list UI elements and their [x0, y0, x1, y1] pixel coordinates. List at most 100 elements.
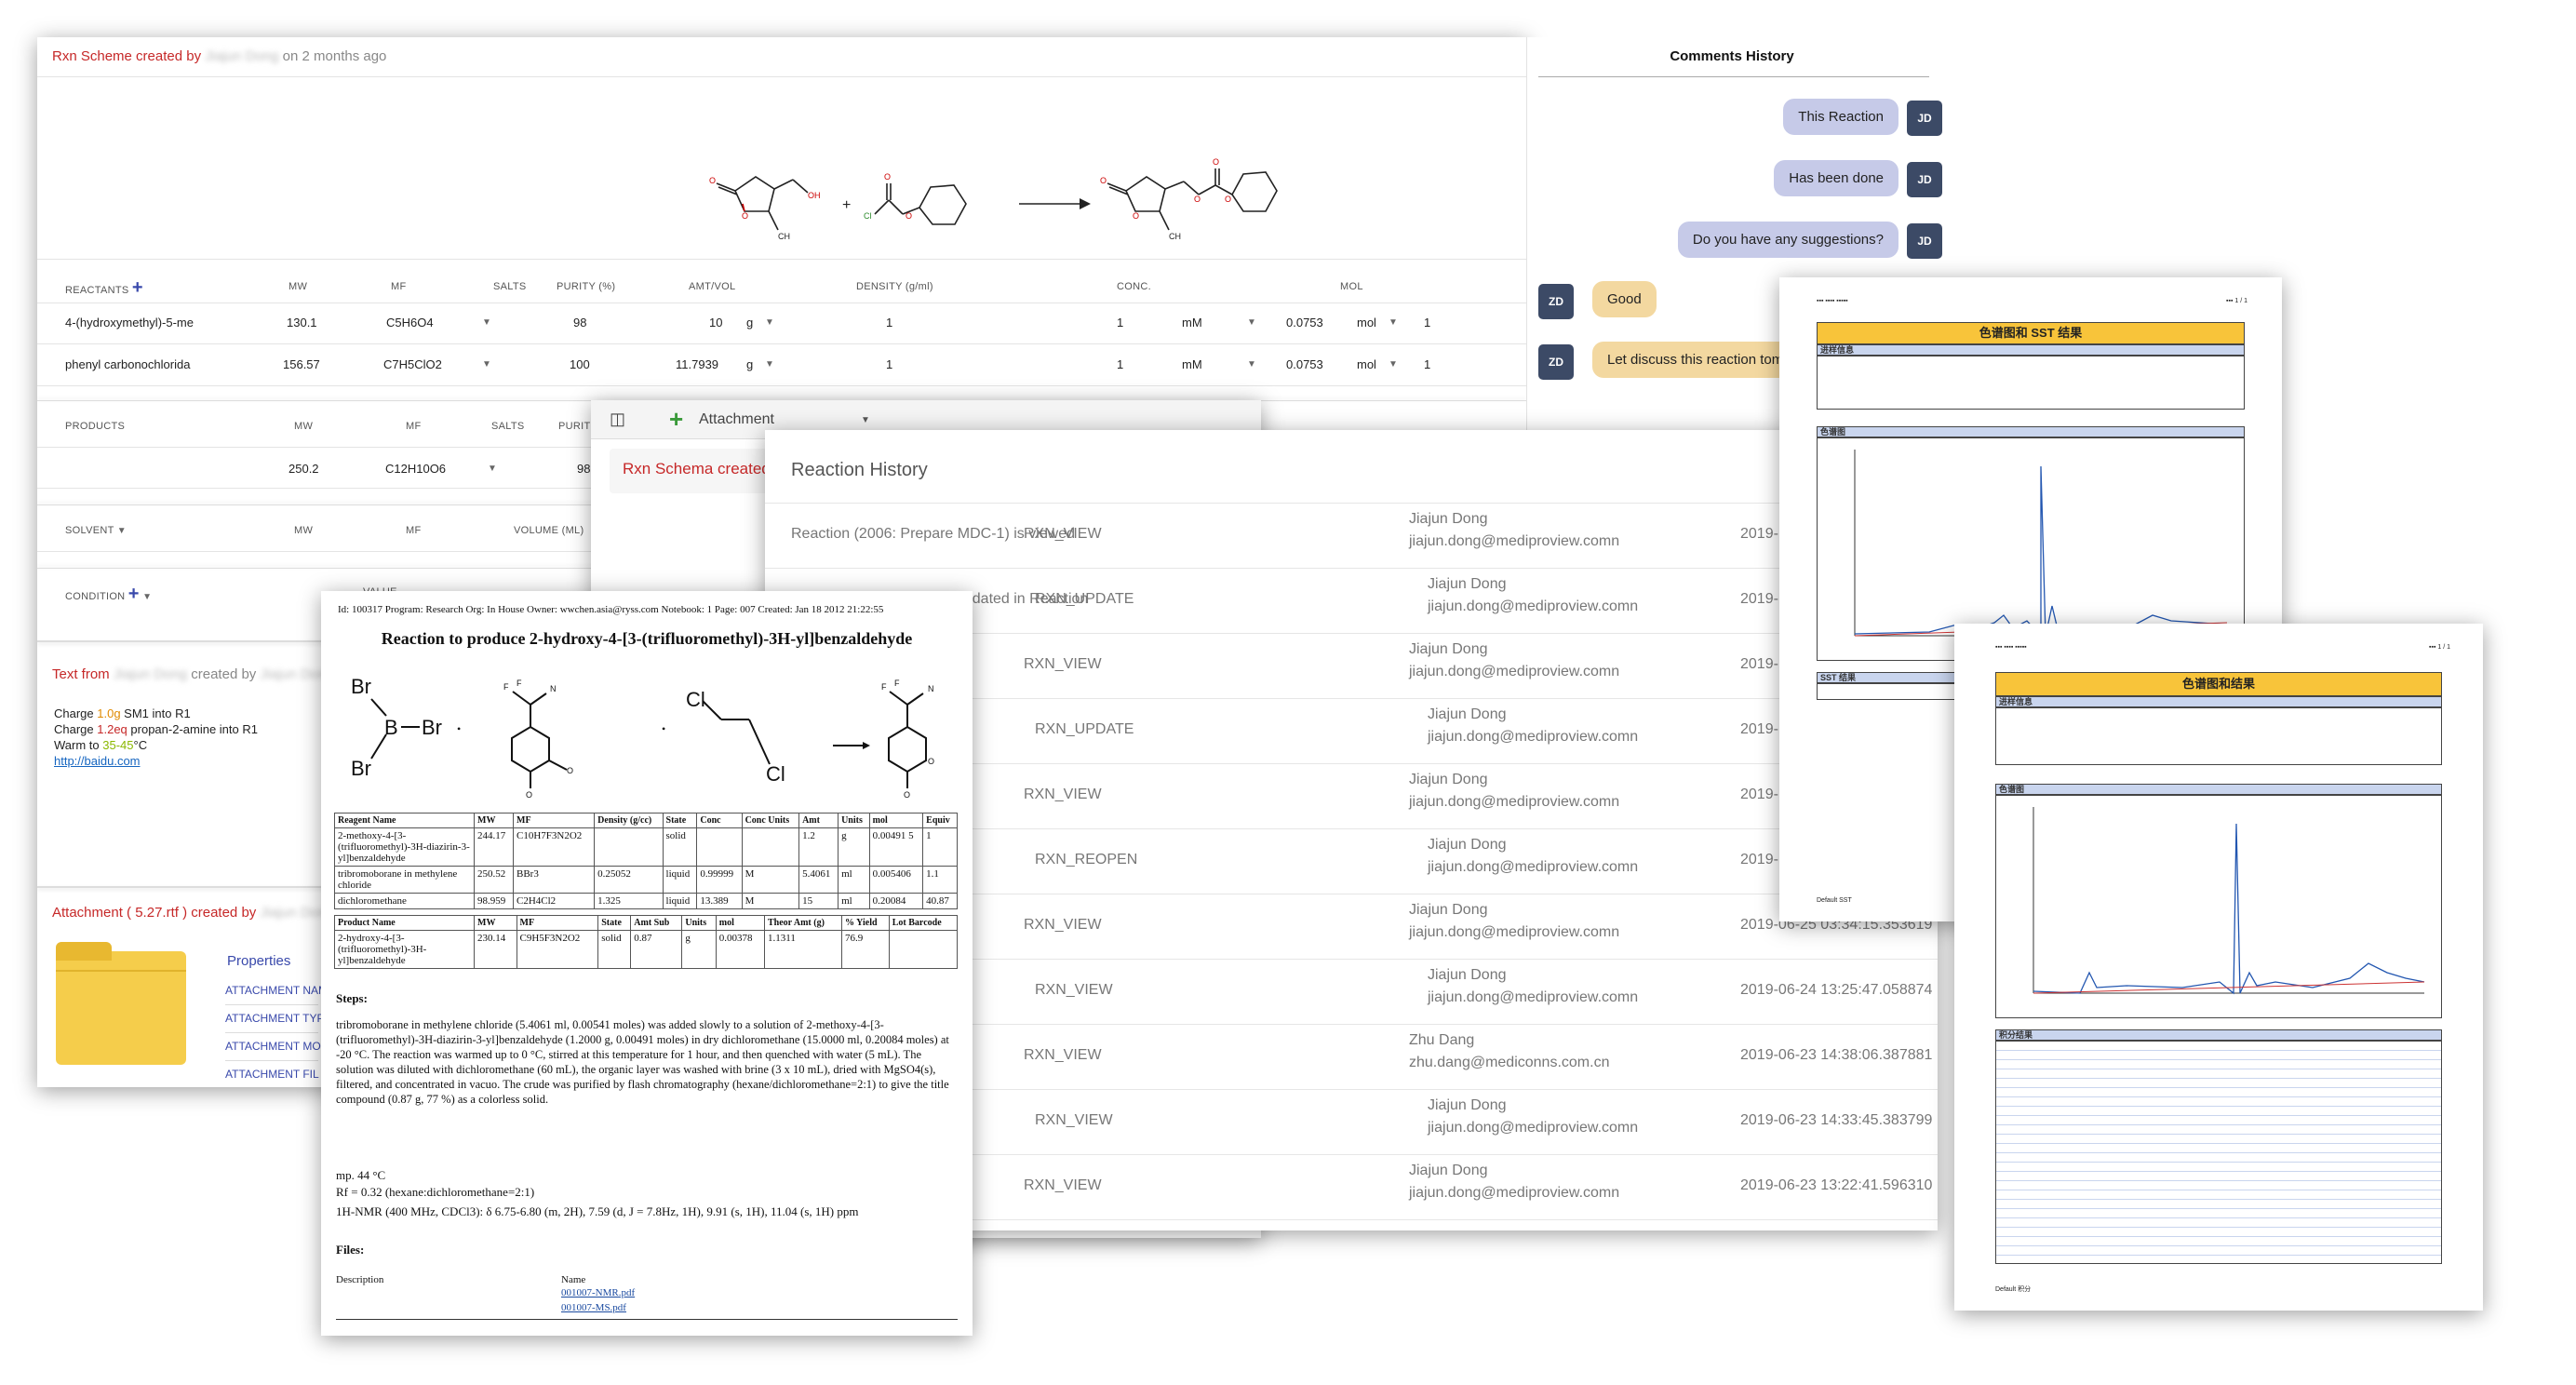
reactant-amt[interactable]: 11.7939 — [676, 357, 718, 371]
text-highlight: 1.0g — [97, 706, 121, 720]
comment-text: Let discuss this reaction tomo — [1607, 352, 1791, 368]
history-type: RXN_VIEW — [1024, 1177, 1102, 1193]
history-user-name: Jiajun Dong — [1409, 772, 1488, 787]
cell: 0.99999 — [696, 866, 743, 894]
history-type: RXN_VIEW — [1035, 1112, 1113, 1128]
add-icon[interactable]: + — [669, 405, 683, 434]
comment-bubble: Has been done — [1774, 160, 1898, 196]
add-reactant-icon[interactable]: + — [132, 277, 143, 298]
report-title: 色谱图和结果 — [1995, 672, 2442, 696]
avatar[interactable]: JD — [1907, 223, 1942, 259]
reactants-header: REACTANTS + — [65, 277, 143, 299]
solvent-header[interactable]: SOLVENT ▼ — [65, 525, 127, 536]
attach-file[interactable]: 5.27.rtf — [131, 905, 182, 921]
dropdown-arrow-icon[interactable]: ▼ — [861, 415, 870, 425]
salts-dropdown[interactable]: ▼ — [482, 317, 491, 328]
text-prefix: Text from — [52, 666, 110, 682]
cell: 1.2 — [798, 827, 839, 867]
salts-dropdown[interactable]: ▼ — [488, 464, 497, 474]
history-type: RXN_REOPEN — [1035, 852, 1138, 867]
steps-text: tribromoborane in methylene chloride (5.… — [336, 1018, 949, 1106]
reactant-row[interactable]: phenyl carbonochlorida 156.57 C7H5ClO2 ▼… — [37, 344, 1526, 386]
th: MW — [474, 915, 517, 931]
cell: solid — [597, 930, 632, 969]
text-body[interactable]: Charge 1.0g SM1 into R1 Charge 1.2eq pro… — [54, 706, 258, 769]
col-reactants: REACTANTS — [65, 285, 129, 296]
cell: 15 — [798, 893, 839, 909]
cell: 0.00378 — [715, 930, 766, 969]
th: Conc — [696, 813, 743, 828]
comment-text: This Reaction — [1798, 109, 1884, 125]
text-highlight: 35-45 — [102, 738, 134, 752]
reactant-density[interactable]: 1 — [886, 357, 892, 371]
svg-text:O: O — [1225, 195, 1231, 204]
mp-value: mp. 44 °C — [336, 1168, 386, 1182]
reactant-conc[interactable]: 1 — [1117, 357, 1123, 371]
salts-dropdown[interactable]: ▼ — [482, 359, 491, 370]
sidebar-toggle-icon[interactable]: ◫ — [610, 410, 625, 429]
th: Conc Units — [741, 813, 800, 828]
svg-text:N: N — [550, 684, 557, 693]
header-user: Jiajun Dong — [205, 48, 279, 64]
svg-text:+: + — [842, 197, 851, 213]
attach-prefix: Attachment ( — [52, 905, 132, 921]
condition-dropdown-icon[interactable]: ▼ — [142, 592, 152, 602]
conc-unit-dropdown-icon[interactable]: ▼ — [1247, 317, 1256, 328]
history-title: Reaction History — [791, 460, 928, 480]
reactant-eq[interactable]: 1 — [1424, 316, 1430, 329]
mol-unit[interactable]: mol — [1357, 316, 1376, 329]
reactant-amt[interactable]: 10 — [709, 316, 722, 329]
reactant-name: phenyl carbonochlorida — [65, 357, 191, 371]
mol-unit-dropdown-icon[interactable]: ▼ — [1389, 317, 1398, 328]
reagent-table: Reagent Name MW MF Density (g/cc) State Conc C… — [334, 813, 958, 909]
folder-icon[interactable] — [56, 942, 186, 1065]
text-link[interactable]: http://baidu.com — [54, 754, 141, 768]
col-mw: MW — [294, 525, 314, 536]
history-row[interactable]: Reaction (2006: Prepare MDC-1) is viewed… — [765, 504, 1938, 569]
reactant-mw: 130.1 — [287, 316, 317, 329]
comments-title: Comments History — [1670, 48, 1794, 64]
product-purity[interactable]: 98 — [577, 462, 590, 476]
history-type: RXN_UPDATE — [1035, 591, 1134, 607]
reactant-density[interactable]: 1 — [886, 316, 892, 329]
sample-info-bar: 进样信息 — [1817, 344, 2245, 356]
svg-text:Cl: Cl — [864, 211, 872, 221]
avatar[interactable]: ZD — [1538, 344, 1574, 380]
reactant-unit[interactable]: g — [746, 357, 753, 371]
history-time: 2019-06-23 14:33:45.383799 — [1740, 1112, 1933, 1128]
conc-unit[interactable]: mM — [1182, 357, 1202, 371]
conc-unit[interactable]: mM — [1182, 316, 1202, 329]
avatar[interactable]: JD — [1907, 101, 1942, 136]
history-user-name: Jiajun Dong — [1409, 511, 1488, 527]
solvent-dropdown-icon[interactable]: ▼ — [117, 526, 127, 536]
avatar[interactable]: ZD — [1538, 284, 1574, 319]
cell: 244.17 — [474, 827, 514, 867]
mol-unit-dropdown-icon[interactable]: ▼ — [1389, 359, 1398, 370]
reactant-unit[interactable]: g — [746, 316, 753, 329]
comment-text: Do you have any suggestions? — [1692, 232, 1884, 248]
cell: ml — [838, 893, 870, 909]
reactant-purity[interactable]: 100 — [570, 357, 590, 371]
file-link[interactable]: 001007-MS.pdf — [561, 1302, 626, 1313]
history-user-email: zhu.dang@mediconns.com.cn — [1409, 1055, 1610, 1070]
history-user-email: jiajun.dong@mediproview.comn — [1409, 533, 1620, 549]
col-mf: MF — [391, 281, 407, 292]
add-condition-icon[interactable]: + — [128, 584, 140, 604]
reactant-purity[interactable]: 98 — [573, 316, 586, 329]
conc-unit-dropdown-icon[interactable]: ▼ — [1247, 359, 1256, 370]
file-link[interactable]: 001007-NMR.pdf — [561, 1287, 635, 1298]
unit-dropdown-icon[interactable]: ▼ — [765, 359, 774, 370]
unit-dropdown-icon[interactable]: ▼ — [765, 317, 774, 328]
cell: 1.325 — [594, 893, 664, 909]
attachment-dropdown[interactable]: Attachment — [699, 411, 774, 428]
reactant-row[interactable]: 4-(hydroxymethyl)-5-me 130.1 C5H6O4 ▼ 98… — [37, 303, 1526, 344]
avatar[interactable]: JD — [1907, 162, 1942, 197]
cell: dichloromethane — [334, 893, 475, 909]
comment-text: Has been done — [1789, 170, 1884, 186]
reactant-eq[interactable]: 1 — [1424, 357, 1430, 371]
history-time: 2019-06-23 14:38:06.387881 — [1740, 1047, 1933, 1063]
reactant-conc[interactable]: 1 — [1117, 316, 1123, 329]
mol-unit[interactable]: mol — [1357, 357, 1376, 371]
comment-bubble: Good — [1592, 281, 1657, 317]
reaction-scheme[interactable]: + O O OH CH Cl O O O O O O O CH — [689, 126, 1340, 265]
